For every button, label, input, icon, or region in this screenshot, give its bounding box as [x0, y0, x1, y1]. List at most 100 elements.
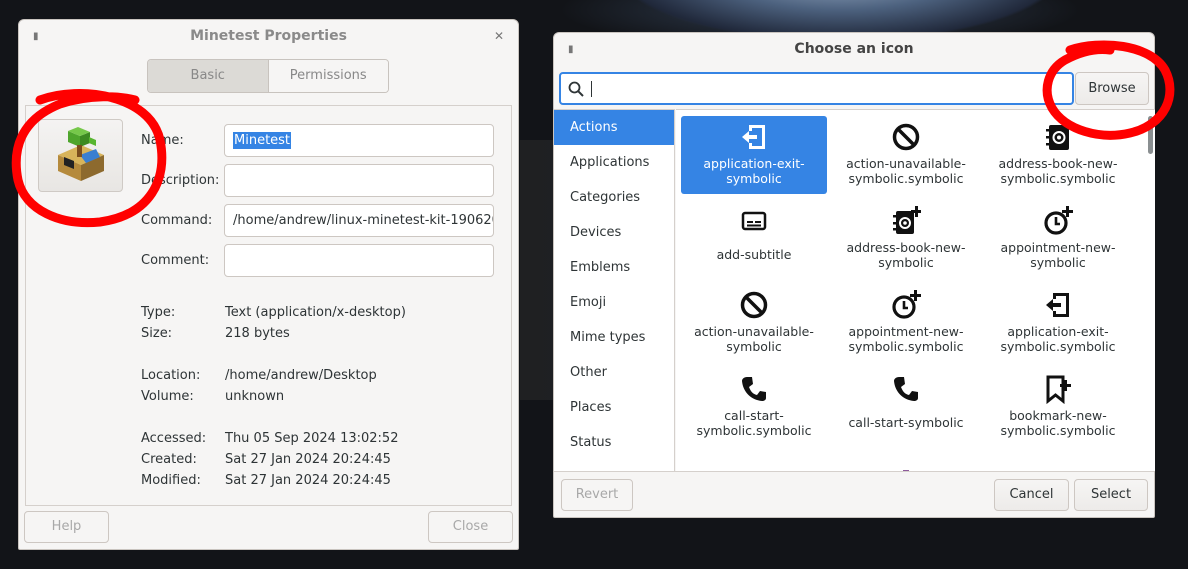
icon-label: add-subtitle — [716, 247, 792, 262]
exit-icon — [742, 125, 765, 149]
properties-titlebar[interactable]: ▮ Minetest Properties ✕ — [19, 20, 518, 53]
icon-label: address-book-new- — [998, 156, 1118, 171]
help-button[interactable]: Help — [24, 511, 109, 543]
appointment-new-icon — [1044, 206, 1073, 235]
icon-label: action-unavailable- — [694, 324, 814, 339]
category-mime-types[interactable]: Mime types — [554, 320, 674, 355]
tab-permissions[interactable]: Permissions — [268, 60, 388, 92]
scrollbar[interactable] — [1146, 109, 1155, 471]
icon-label: call-start-symbolic — [848, 415, 964, 430]
appointment-new-icon — [892, 290, 921, 319]
icon-item[interactable]: call-start-symbolic.symbolic — [681, 368, 827, 446]
accessed-label: Accessed: — [141, 431, 207, 446]
text-cursor — [591, 81, 592, 97]
icon-label: symbolic.symbolic — [848, 339, 964, 354]
browse-button[interactable]: Browse — [1075, 72, 1149, 105]
category-other[interactable]: Other — [554, 355, 674, 390]
icon-label: symbolic — [726, 339, 782, 354]
description-field[interactable] — [224, 164, 494, 197]
properties-window: ▮ Minetest Properties ✕ Basic Permission… — [18, 19, 519, 550]
category-emblems[interactable]: Emblems — [554, 250, 674, 285]
properties-footer: Help Close — [19, 506, 518, 550]
icon-label: symbolic — [1030, 255, 1086, 270]
icon-item[interactable]: bookmark-new-symbolic.symbolic — [985, 368, 1131, 446]
icon-item[interactable]: call-start-symbolic — [833, 368, 979, 446]
close-icon[interactable]: ✕ — [494, 20, 504, 53]
icon-label: symbolic.symbolic — [848, 171, 964, 186]
subtitle-icon — [741, 211, 767, 231]
tab-basic[interactable]: Basic — [148, 60, 269, 92]
app-icon-button[interactable] — [38, 119, 123, 192]
favorite-star-icon — [1043, 458, 1073, 471]
modified-value: Sat 27 Jan 2024 20:24:45 — [225, 473, 391, 488]
name-label: Name: — [141, 133, 184, 148]
close-button[interactable]: Close — [428, 511, 513, 543]
icon-label: symbolic — [878, 255, 934, 270]
call-start-icon — [894, 377, 918, 401]
modified-label: Modified: — [141, 473, 201, 488]
category-applications[interactable]: Applications — [554, 145, 674, 180]
puzzle-icon — [903, 470, 909, 471]
exit-icon — [1046, 293, 1069, 317]
category-categories[interactable]: Categories — [554, 180, 674, 215]
icon-item[interactable]: address-book-new-symbolic.symbolic — [985, 116, 1131, 194]
type-label: Type: — [141, 305, 176, 320]
icon-label: symbolic.symbolic — [1000, 339, 1116, 354]
address-book-icon — [1046, 125, 1069, 150]
icon-item[interactable]: action-unavailable-symbolic — [681, 284, 827, 362]
icon-item[interactable]: add-subtitle — [681, 200, 827, 278]
description-label: Description: — [141, 173, 220, 188]
chooser-titlebar[interactable]: ▮ Choose an icon — [554, 33, 1154, 66]
command-label: Command: — [141, 213, 213, 228]
cancel-button[interactable]: Cancel — [994, 479, 1069, 511]
icon-item[interactable]: appointment-new-symbolic.symbolic — [833, 284, 979, 362]
icon-item[interactable] — [985, 452, 1131, 471]
unavailable-icon — [892, 123, 920, 151]
icon-label: call-start- — [724, 408, 784, 423]
chooser-footer: Revert Cancel Select — [554, 471, 1154, 518]
category-status[interactable]: Status — [554, 425, 674, 460]
name-value: Minetest — [233, 132, 292, 149]
icon-item[interactable]: application-exit-symbolic.symbolic — [985, 284, 1131, 362]
address-book-new-icon — [893, 206, 921, 234]
icon-label: bookmark-new- — [1009, 408, 1107, 423]
size-label: Size: — [141, 326, 173, 341]
icon-grid: application-exit-symbolic action-unavail… — [676, 109, 1146, 471]
volume-label: Volume: — [141, 389, 194, 404]
category-devices[interactable]: Devices — [554, 215, 674, 250]
pin-icon[interactable]: ▮ — [568, 33, 574, 66]
comment-field[interactable] — [224, 244, 494, 277]
comment-label: Comment: — [141, 253, 210, 268]
properties-title: Minetest Properties — [190, 28, 347, 44]
icon-label: appointment-new- — [1000, 240, 1116, 255]
name-field[interactable]: Minetest — [224, 124, 494, 157]
select-button[interactable]: Select — [1074, 479, 1148, 511]
icon-label: symbolic.symbolic — [696, 423, 812, 438]
category-places[interactable]: Places — [554, 390, 674, 425]
icon-item[interactable] — [681, 452, 827, 471]
size-value: 218 bytes — [225, 326, 290, 341]
icon-label: action-unavailable- — [846, 156, 966, 171]
category-actions[interactable]: Actions — [554, 110, 674, 145]
basic-panel: Name: Minetest Description: Command: /ho… — [25, 105, 512, 506]
revert-button[interactable]: Revert — [561, 479, 633, 511]
scrollbar-thumb[interactable] — [1148, 116, 1153, 154]
location-label: Location: — [141, 368, 201, 383]
icon-item[interactable] — [833, 452, 979, 471]
icon-item[interactable]: address-book-new-symbolic — [833, 200, 979, 278]
category-emoji[interactable]: Emoji — [554, 285, 674, 320]
command-field[interactable]: /home/andrew/linux-minetest-kit-190620/ — [224, 204, 494, 237]
icon-item[interactable]: application-exit-symbolic — [681, 116, 827, 194]
created-value: Sat 27 Jan 2024 20:24:45 — [225, 452, 391, 467]
call-start-icon — [742, 377, 766, 401]
icon-label: appointment-new- — [848, 324, 964, 339]
pin-icon[interactable]: ▮ — [33, 20, 39, 53]
search-icon — [568, 81, 584, 97]
icon-item[interactable]: action-unavailable-symbolic.symbolic — [833, 116, 979, 194]
choose-icon-window: ▮ Choose an icon Browse Actions Applicat… — [553, 32, 1155, 518]
icon-item[interactable]: appointment-new-symbolic — [985, 200, 1131, 278]
chooser-title: Choose an icon — [794, 41, 914, 57]
search-input[interactable] — [559, 72, 1074, 105]
location-value: /home/andrew/Desktop — [225, 368, 377, 383]
icon-label: symbolic.symbolic — [1000, 171, 1116, 186]
